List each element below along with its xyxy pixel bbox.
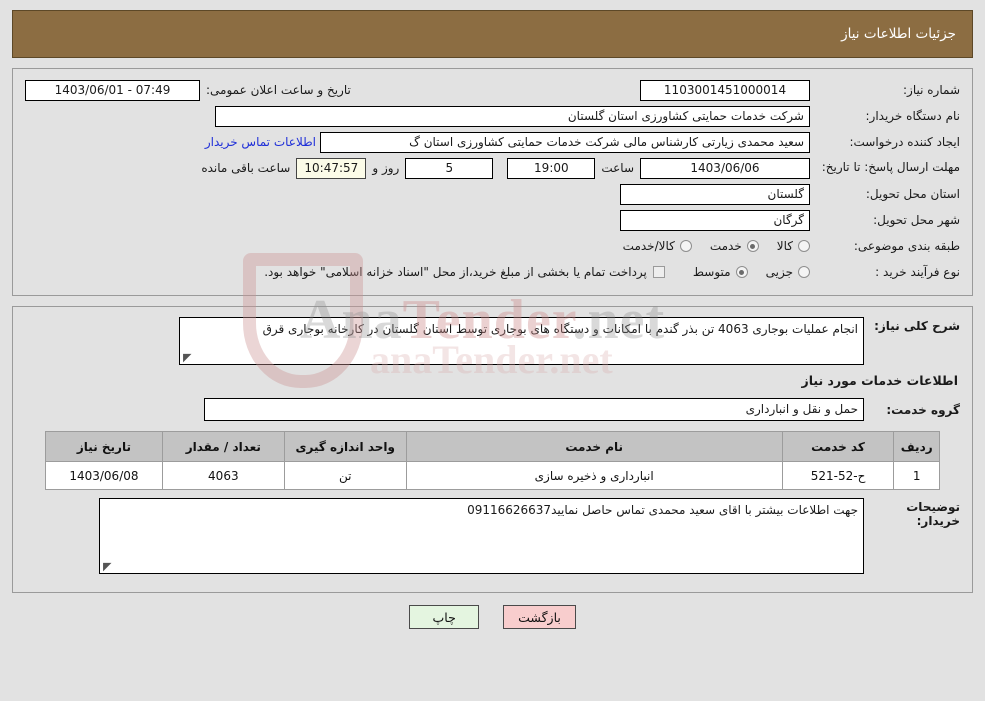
remaining-days-field: 5 bbox=[405, 157, 494, 179]
buyer-notes-textarea[interactable]: جهت اطلاعات بیشتر با اقای سعید محمدی تما… bbox=[99, 498, 864, 574]
remaining-time-field: 10:47:57 bbox=[296, 157, 367, 179]
print-button[interactable]: چاپ bbox=[409, 605, 480, 629]
city-label: شهر محل تحویل: bbox=[873, 212, 960, 227]
page-header: جزئیات اطلاعات نیاز bbox=[12, 10, 973, 58]
treasury-docs-checkbox-row[interactable]: پرداخت تمام یا بخشی از مبلغ خرید،از محل … bbox=[264, 265, 665, 279]
buyer-org-field: شرکت خدمات حمایتی کشاورزی استان گلستان bbox=[215, 105, 810, 127]
creator-field: سعید محمدی زیارتی کارشناس مالی شرکت خدما… bbox=[320, 131, 810, 153]
resize-grip-icon[interactable]: ◥ bbox=[103, 560, 113, 573]
radio-circle-selected-icon bbox=[735, 266, 748, 278]
row-purchase-process: نوع فرآیند خرید : جزیی متوسط پرداخت تمام… bbox=[25, 261, 960, 283]
days-and-label: روز و bbox=[372, 161, 400, 175]
category-option-service-label: خدمت bbox=[709, 239, 742, 253]
th-quantity: تعداد / مقدار bbox=[161, 431, 285, 462]
back-button[interactable]: بازگشت bbox=[503, 605, 576, 629]
province-label: استان محل تحویل: bbox=[865, 186, 960, 201]
row-service-group: گروه خدمت: حمل و نقل و انبارداری bbox=[25, 398, 960, 421]
category-option-goods-service[interactable]: کالا/خدمت bbox=[623, 239, 692, 253]
summary-textarea[interactable]: انجام عملیات بوجاری 4063 تن بذر گندم با … bbox=[179, 317, 864, 365]
need-number-label: شماره نیاز: bbox=[903, 82, 960, 97]
row-subject-category: طبقه بندی موضوعی: کالا خدمت کالا/خدمت bbox=[25, 235, 960, 257]
summary-text: انجام عملیات بوجاری 4063 تن بذر گندم با … bbox=[262, 322, 858, 336]
cell-quantity: 4063 bbox=[161, 461, 285, 490]
announce-label: تاریخ و ساعت اعلان عمومی: bbox=[206, 83, 351, 97]
page-title: جزئیات اطلاعات نیاز bbox=[841, 26, 956, 42]
footer-button-bar: بازگشت چاپ bbox=[0, 605, 985, 629]
summary-label: شرح کلی نیاز: bbox=[874, 319, 960, 333]
radio-circle-selected-icon bbox=[746, 240, 759, 252]
creator-label: ایجاد کننده درخواست: bbox=[849, 134, 960, 149]
province-field: گلستان bbox=[620, 183, 810, 205]
cell-service-name: انبارداری و ذخیره سازی bbox=[405, 461, 783, 490]
process-option-minor[interactable]: جزیی bbox=[766, 265, 810, 279]
services-table: ردیف کد خدمت نام خدمت واحد اندازه گیری ت… bbox=[45, 431, 940, 490]
need-number-field: 1103001451000014 bbox=[640, 79, 810, 101]
cell-unit: تن bbox=[283, 461, 407, 490]
service-group-field: حمل و نقل و انبارداری bbox=[204, 398, 864, 421]
need-info-panel: شماره نیاز: 1103001451000014 تاریخ و ساع… bbox=[12, 68, 973, 296]
process-option-minor-label: جزیی bbox=[765, 265, 793, 279]
category-option-goods[interactable]: کالا bbox=[777, 239, 810, 253]
cell-need-date: 1403/06/08 bbox=[45, 461, 163, 490]
th-unit: واحد اندازه گیری bbox=[283, 431, 407, 462]
service-group-label: گروه خدمت: bbox=[886, 402, 960, 417]
th-service-name: نام خدمت bbox=[405, 431, 783, 462]
category-option-goods-label: کالا bbox=[776, 239, 793, 253]
treasury-docs-label: پرداخت تمام یا بخشی از مبلغ خرید،از محل … bbox=[264, 265, 647, 279]
services-section-title: اطلاعات خدمات مورد نیاز bbox=[801, 373, 959, 388]
resize-grip-icon[interactable]: ◥ bbox=[183, 351, 193, 364]
row-need-number: شماره نیاز: 1103001451000014 تاریخ و ساع… bbox=[25, 79, 960, 101]
table-row: 1 ح-52-521 انبارداری و ذخیره سازی تن 406… bbox=[45, 461, 940, 490]
radio-circle-icon bbox=[679, 240, 692, 252]
process-option-medium-label: متوسط bbox=[692, 265, 731, 279]
checkbox-icon[interactable] bbox=[652, 266, 665, 278]
row-need-summary: شرح کلی نیاز: انجام عملیات بوجاری 4063 ت… bbox=[25, 317, 960, 365]
row-delivery-city: شهر محل تحویل: گرگان bbox=[25, 209, 960, 231]
buyer-org-label: نام دستگاه خریدار: bbox=[865, 108, 961, 123]
city-field: گرگان bbox=[620, 209, 810, 231]
cell-service-code: ح-52-521 bbox=[781, 461, 895, 490]
process-option-medium[interactable]: متوسط bbox=[693, 265, 748, 279]
row-buyer-notes: توضیحات خریدار: جهت اطلاعات بیشتر با اقا… bbox=[25, 498, 960, 574]
category-option-service[interactable]: خدمت bbox=[710, 239, 759, 253]
row-request-creator: ایجاد کننده درخواست: سعید محمدی زیارتی ک… bbox=[25, 131, 960, 153]
radio-circle-icon bbox=[798, 240, 810, 252]
buyer-contact-link[interactable]: اطلاعات تماس خریدار bbox=[201, 135, 320, 149]
table-header-row: ردیف کد خدمت نام خدمت واحد اندازه گیری ت… bbox=[45, 431, 940, 462]
deadline-hour-field: 19:00 bbox=[507, 157, 596, 179]
process-radio-group: جزیی متوسط bbox=[675, 265, 810, 279]
row-buyer-org: نام دستگاه خریدار: شرکت خدمات حمایتی کشا… bbox=[25, 105, 960, 127]
need-details-panel: شرح کلی نیاز: انجام عملیات بوجاری 4063 ت… bbox=[12, 306, 973, 593]
category-option-goods-service-label: کالا/خدمت bbox=[622, 239, 675, 253]
announce-datetime-field: 1403/06/01 - 07:49 bbox=[25, 79, 200, 101]
cell-radif: 1 bbox=[893, 461, 940, 490]
th-radif: ردیف bbox=[893, 431, 940, 462]
th-need-date: تاریخ نیاز bbox=[45, 431, 163, 462]
category-radio-group: کالا خدمت کالا/خدمت bbox=[605, 239, 810, 253]
deadline-hour-label: ساعت bbox=[601, 161, 634, 175]
remaining-suffix-label: ساعت باقی مانده bbox=[201, 161, 291, 175]
process-label: نوع فرآیند خرید : bbox=[875, 264, 960, 279]
deadline-label: مهلت ارسال پاسخ: تا تاریخ: bbox=[821, 160, 960, 175]
category-label: طبقه بندی موضوعی: bbox=[853, 238, 960, 253]
buyer-notes-label: توضیحات خریدار: bbox=[906, 500, 960, 528]
radio-circle-icon bbox=[798, 266, 810, 278]
row-delivery-province: استان محل تحویل: گلستان bbox=[25, 183, 960, 205]
buyer-notes-text: جهت اطلاعات بیشتر با اقای سعید محمدی تما… bbox=[467, 503, 858, 517]
deadline-date-field: 1403/06/06 bbox=[640, 157, 810, 179]
th-service-code: کد خدمت bbox=[781, 431, 895, 462]
row-response-deadline: مهلت ارسال پاسخ: تا تاریخ: 1403/06/06 سا… bbox=[25, 157, 960, 179]
